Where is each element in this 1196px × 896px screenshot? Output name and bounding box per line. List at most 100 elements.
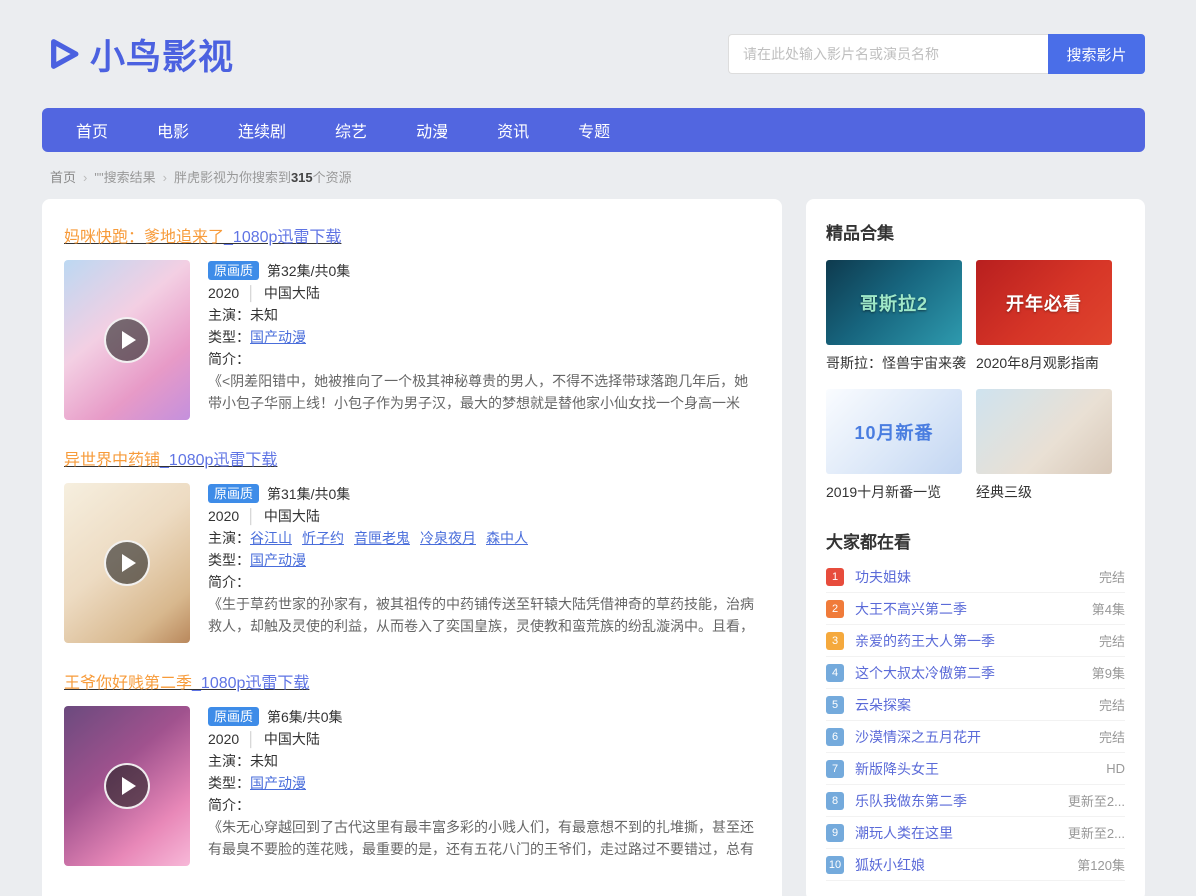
starring-link[interactable]: 忻子约	[302, 530, 344, 546]
sidebar: 精品合集 哥斯拉2 哥斯拉：怪兽宇宙来袭 开年必看 2020年8月观影指南 10…	[806, 199, 1145, 896]
result-thumbnail[interactable]	[64, 260, 190, 420]
hot-list-item[interactable]: 3 亲爱的药王大人第一季 完结	[826, 625, 1125, 657]
hot-item-title[interactable]: 云朵探案	[855, 695, 1099, 715]
starring-row: 主演：未知	[208, 750, 760, 772]
nav-item[interactable]: 综艺	[335, 118, 367, 142]
play-icon[interactable]	[104, 763, 150, 809]
nav-item[interactable]: 资讯	[497, 118, 529, 142]
collection-image[interactable]: 哥斯拉2	[826, 260, 962, 345]
site-header: 小鸟影视 搜索影片	[42, 0, 1145, 75]
hot-list-item[interactable]: 2 大王不高兴第二季 第4集	[826, 593, 1125, 625]
intro-label-row: 简介：	[208, 348, 760, 370]
hot-item-title[interactable]: 功夫姐妹	[855, 567, 1099, 587]
collection-image[interactable]: 开年必看	[976, 260, 1112, 345]
hot-list-title: 大家都在看	[826, 528, 1125, 553]
result-title-main: 妈咪快跑：爹地追来了	[64, 229, 224, 246]
hot-list-item[interactable]: 5 云朵探案 完结	[826, 689, 1125, 721]
collection-card[interactable]: 10月新番 2019十月新番一览	[826, 389, 962, 502]
collection-image[interactable]: 10月新番	[826, 389, 962, 474]
collections-title: 精品合集	[826, 219, 1125, 244]
result-title: 妈咪快跑：爹地追来了_1080p迅雷下载	[64, 223, 760, 247]
description: 《生于草药世家的孙家有，被其祖传的中药铺传送至轩辕大陆凭借神奇的草药技能，治病救…	[208, 593, 760, 637]
hot-item-title[interactable]: 沙漠情深之五月花开	[855, 727, 1099, 747]
result-thumbnail[interactable]	[64, 706, 190, 866]
result-title: 王爷你好贱第二季_1080p迅雷下载	[64, 669, 760, 693]
nav-item[interactable]: 连续剧	[238, 118, 286, 142]
collection-image-text: 开年必看	[1006, 290, 1082, 316]
hot-item-status: 第4集	[1092, 599, 1125, 618]
collection-caption: 哥斯拉：怪兽宇宙来袭	[826, 353, 962, 373]
intro-label-row: 简介：	[208, 571, 760, 593]
result-title-suffix: _1080p迅雷下载	[160, 452, 277, 469]
result-title-link[interactable]: 妈咪快跑：爹地追来了_1080p迅雷下载	[64, 229, 341, 246]
starring-value: 谷江山忻子约音匣老鬼冷泉夜月森中人	[250, 530, 528, 546]
play-logo-icon	[42, 33, 84, 75]
type-link[interactable]: 国产动漫	[250, 775, 306, 791]
starring-link[interactable]: 音匣老鬼	[354, 530, 410, 546]
result-item: 王爷你好贱第二季_1080p迅雷下载 原画质第6集/共0集 2020│中国大陆 …	[64, 669, 760, 866]
hot-item-title[interactable]: 乐队我做东第二季	[855, 791, 1068, 811]
hot-list-item[interactable]: 4 这个大叔太冷傲第二季 第9集	[826, 657, 1125, 689]
nav-item[interactable]: 专题	[578, 118, 610, 142]
nav-item[interactable]: 电影	[157, 118, 189, 142]
hot-item-title[interactable]: 大王不高兴第二季	[855, 599, 1092, 619]
description: 《<阴差阳错中，她被推向了一个极其神秘尊贵的男人，不得不选择带球落跑几年后，她带…	[208, 370, 760, 414]
hot-list-item[interactable]: 9 潮玩人类在这里 更新至2...	[826, 817, 1125, 849]
collection-image[interactable]	[976, 389, 1112, 474]
hot-list-item[interactable]: 1 功夫姐妹 完结	[826, 561, 1125, 593]
hot-item-status: 完结	[1099, 727, 1125, 746]
rank-badge: 2	[826, 600, 844, 618]
starring-link[interactable]: 冷泉夜月	[420, 530, 476, 546]
hot-item-title[interactable]: 狐妖小红娘	[855, 855, 1077, 875]
hot-item-status: 完结	[1099, 631, 1125, 650]
quality-badge: 原画质	[208, 707, 259, 726]
result-thumbnail[interactable]	[64, 483, 190, 643]
result-title: 异世界中药铺_1080p迅雷下载	[64, 446, 760, 470]
collection-image-text: 10月新番	[854, 419, 933, 445]
type-link[interactable]: 国产动漫	[250, 552, 306, 568]
starring-value: 未知	[250, 307, 278, 323]
nav-item[interactable]: 首页	[76, 118, 108, 142]
nav-item[interactable]: 动漫	[416, 118, 448, 142]
hot-item-title[interactable]: 新版降头女王	[855, 759, 1106, 779]
year: 2020	[208, 508, 239, 524]
search-input[interactable]	[728, 34, 1048, 74]
result-title-main: 异世界中药铺	[64, 452, 160, 469]
hot-item-title[interactable]: 潮玩人类在这里	[855, 823, 1068, 843]
site-logo[interactable]: 小鸟影视	[42, 29, 234, 80]
rank-badge: 8	[826, 792, 844, 810]
hot-list-item[interactable]: 7 新版降头女王 HD	[826, 753, 1125, 785]
search-button[interactable]: 搜索影片	[1048, 34, 1145, 74]
region: 中国大陆	[264, 508, 320, 524]
collection-card[interactable]: 开年必看 2020年8月观影指南	[976, 260, 1112, 373]
starring-link[interactable]: 森中人	[486, 530, 528, 546]
result-title-link[interactable]: 异世界中药铺_1080p迅雷下载	[64, 452, 277, 469]
result-info: 原画质第6集/共0集 2020│中国大陆 主演：未知 类型：国产动漫 简介： 《…	[208, 706, 760, 866]
type-link[interactable]: 国产动漫	[250, 329, 306, 345]
collection-card[interactable]: 经典三级	[976, 389, 1112, 502]
collection-card[interactable]: 哥斯拉2 哥斯拉：怪兽宇宙来袭	[826, 260, 962, 373]
hot-list: 1 功夫姐妹 完结 2 大王不高兴第二季 第4集 3 亲爱的药王大人第一季 完结…	[826, 561, 1125, 881]
breadcrumb-result-text: 胖虎影视为你搜索到315个资源	[174, 170, 352, 185]
result-item: 启蒙积木玩具定格动画：雷霆使命联合行动_1080p迅雷下载 原画质第5集/共0集…	[64, 892, 760, 896]
episode-info: 第6集/共0集	[267, 709, 342, 725]
result-info: 原画质第32集/共0集 2020│中国大陆 主演：未知 类型：国产动漫 简介： …	[208, 260, 760, 420]
collection-caption: 经典三级	[976, 482, 1112, 502]
result-title-link[interactable]: 王爷你好贱第二季_1080p迅雷下载	[64, 675, 309, 692]
play-icon[interactable]	[104, 317, 150, 363]
hot-item-title[interactable]: 这个大叔太冷傲第二季	[855, 663, 1092, 683]
hot-list-item[interactable]: 10 狐妖小红娘 第120集	[826, 849, 1125, 881]
hot-item-title[interactable]: 亲爱的药王大人第一季	[855, 631, 1099, 651]
breadcrumb-home-link[interactable]: 首页	[50, 170, 76, 185]
play-icon[interactable]	[104, 540, 150, 586]
quality-row: 原画质第6集/共0集	[208, 706, 760, 728]
intro-label: 简介：	[208, 574, 250, 590]
quality-row: 原画质第31集/共0集	[208, 483, 760, 505]
breadcrumb-search-result: ""搜索结果	[94, 170, 155, 185]
quality-badge: 原画质	[208, 484, 259, 503]
starring-link[interactable]: 谷江山	[250, 530, 292, 546]
result-item: 异世界中药铺_1080p迅雷下载 原画质第31集/共0集 2020│中国大陆 主…	[64, 446, 760, 643]
intro-label-row: 简介：	[208, 794, 760, 816]
hot-list-item[interactable]: 8 乐队我做东第二季 更新至2...	[826, 785, 1125, 817]
hot-list-item[interactable]: 6 沙漠情深之五月花开 完结	[826, 721, 1125, 753]
